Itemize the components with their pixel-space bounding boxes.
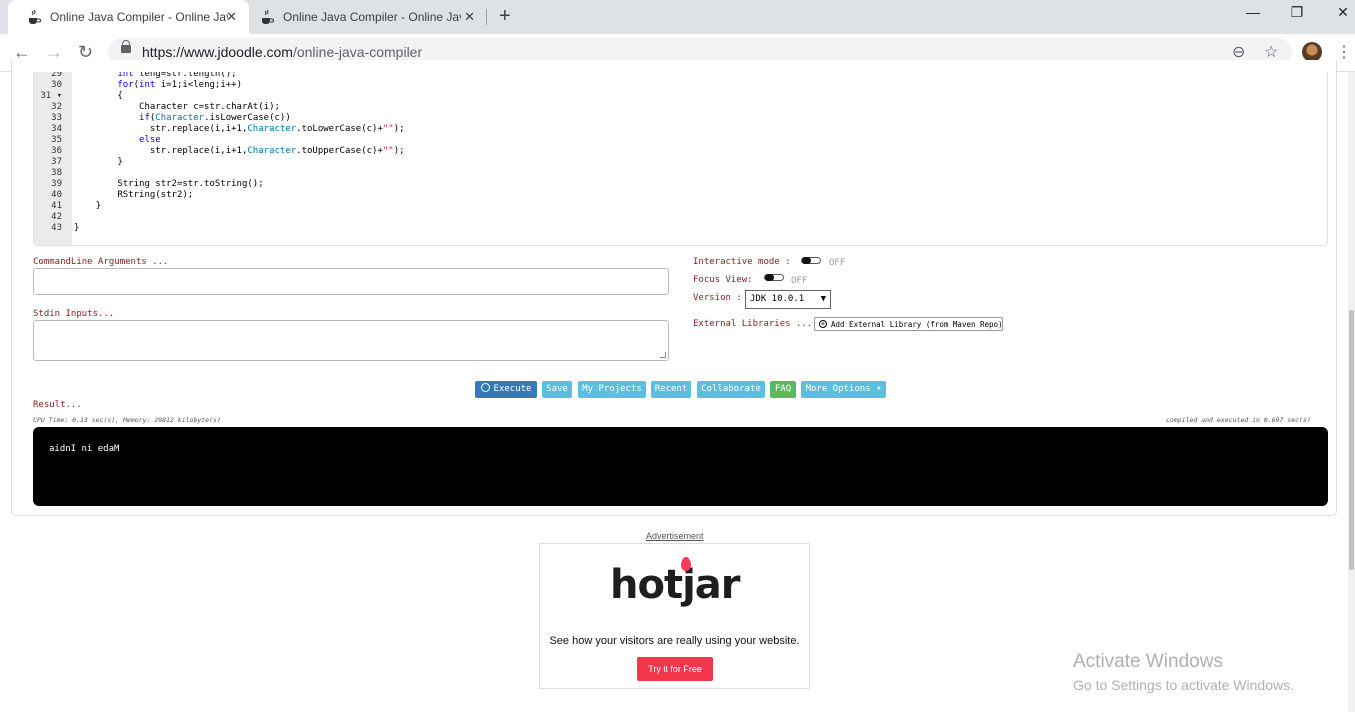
- tab-title: Online Java Compiler - Online Java: [50, 10, 228, 24]
- execute-label: Execute: [493, 384, 532, 394]
- profile-avatar[interactable]: [1302, 42, 1322, 62]
- result-output-text: aidnI ni edaM: [49, 444, 120, 454]
- browser-menu-icon[interactable]: ⋮: [1336, 42, 1352, 62]
- code-text: str.replace(i,i+1,Character.toUpperCase(…: [74, 146, 405, 156]
- recent-button[interactable]: Recent: [651, 381, 691, 398]
- resize-grip-icon[interactable]: [660, 352, 666, 358]
- scrollbar-thumb[interactable]: [1349, 310, 1354, 570]
- code-editor[interactable]: 29 int leng=str.length(); 30 for(int i=1;…: [33, 72, 1328, 246]
- code-text: {: [74, 91, 123, 101]
- try-free-button[interactable]: Try it for Free: [637, 657, 713, 681]
- hotjar-logo: hotjar: [610, 562, 741, 608]
- collaborate-button[interactable]: Collaborate: [697, 381, 765, 398]
- line-number: 43: [51, 223, 62, 233]
- version-value: JDK 10.0.1: [750, 294, 805, 304]
- code-text: Character c=str.charAt(i);: [74, 102, 280, 112]
- line-number: 40: [51, 190, 62, 200]
- line-number: 39: [51, 179, 62, 189]
- interactive-mode-state: OFF: [829, 258, 846, 268]
- code-text: str.replace(i,i+1,Character.toLowerCase(…: [74, 124, 405, 134]
- restore-icon[interactable]: ❐: [1274, 4, 1320, 21]
- focus-view-toggle[interactable]: [764, 274, 784, 281]
- my-projects-button[interactable]: My Projects: [578, 381, 646, 398]
- line-number: 36: [51, 146, 62, 156]
- line-number: 42: [51, 212, 62, 222]
- add-external-library-label: Add External Library (from Maven Repo): [831, 320, 1003, 329]
- java-cup-icon: [26, 9, 42, 25]
- window-close-icon[interactable]: ✕: [1320, 4, 1355, 21]
- execute-button[interactable]: Execute: [475, 381, 537, 398]
- interactive-mode-toggle[interactable]: [801, 257, 821, 264]
- zoom-icon[interactable]: ⊖: [1232, 42, 1245, 62]
- tab-separator: [486, 9, 487, 25]
- line-number: 32: [51, 102, 62, 112]
- tab-online-java-compiler[interactable]: Online Java Compiler - Online Java ✕: [249, 0, 487, 34]
- code-text: }: [74, 201, 102, 211]
- result-output-panel: aidnI ni edaM: [33, 427, 1328, 506]
- stdin-label: Stdin Inputs...: [33, 309, 115, 319]
- tab-close-icon[interactable]: ✕: [464, 9, 475, 25]
- flame-icon: [681, 557, 691, 571]
- minimize-icon[interactable]: —: [1230, 4, 1276, 20]
- java-cup-icon: [259, 9, 275, 25]
- cmdline-label: CommandLine Arguments ...: [33, 257, 169, 267]
- tab-close-icon[interactable]: ✕: [226, 9, 237, 25]
- line-number: 37: [51, 157, 62, 167]
- focus-view-label: Focus View:: [693, 275, 753, 285]
- line-number: 35: [51, 135, 62, 145]
- ad-text: See how your visitors are really using y…: [549, 635, 800, 647]
- tab-bar: Online Java Compiler - Online Java ✕ Onl…: [0, 0, 1355, 34]
- code-text: }: [74, 157, 123, 167]
- activate-windows-title: Activate Windows: [1073, 651, 1223, 672]
- tab-title: Online Java Compiler - Online Java: [283, 10, 461, 24]
- hotjar-ad[interactable]: hotjar See how your visitors are really …: [539, 543, 810, 689]
- code-text: RString(str2);: [74, 190, 194, 200]
- cmdline-input[interactable]: [33, 268, 669, 295]
- faq-button[interactable]: FAQ: [770, 381, 796, 398]
- more-options-button[interactable]: More Options ▾: [801, 381, 886, 398]
- add-external-library-button[interactable]: + Add External Library (from Maven Repo): [814, 317, 1003, 331]
- bookmark-star-icon[interactable]: ☆: [1264, 42, 1278, 62]
- plus-circle-icon: +: [819, 320, 827, 328]
- execution-time: compiled and executed in 0.697 sec(s): [1166, 416, 1311, 424]
- advertisement-label[interactable]: Advertisement: [646, 531, 704, 541]
- code-text: else: [139, 135, 161, 145]
- save-button[interactable]: Save: [542, 381, 572, 398]
- url-text[interactable]: https://www.jdoodle.com/online-java-comp…: [142, 44, 422, 60]
- interactive-mode-label: Interactive mode :: [693, 257, 791, 267]
- new-tab-icon[interactable]: +: [499, 5, 511, 28]
- tab-online-java-compiler-active[interactable]: Online Java Compiler - Online Java ✕: [8, 0, 249, 34]
- code-text: String str2=str.toString();: [74, 179, 264, 189]
- line-number: 41: [51, 201, 62, 211]
- stdin-input[interactable]: [33, 320, 669, 361]
- version-select[interactable]: JDK 10.0.1 ▼: [745, 290, 831, 309]
- dropdown-arrow-icon: ▼: [820, 294, 826, 304]
- lock-icon[interactable]: [121, 40, 131, 53]
- code-text: if(Character.isLowerCase(c)): [139, 113, 291, 123]
- code-text: for(int i=1;i<leng;i++): [117, 80, 243, 90]
- line-number: 29: [51, 72, 62, 79]
- url-host: https://www.jdoodle.com: [142, 44, 293, 60]
- code-text: int leng=str.length();: [117, 72, 237, 79]
- line-number: 30: [51, 80, 62, 90]
- play-circle-icon: [480, 383, 490, 392]
- version-label: Version :: [693, 293, 742, 303]
- line-number: 31 ▾: [40, 91, 62, 101]
- line-number: 34: [51, 124, 62, 134]
- url-path: /online-java-compiler: [292, 44, 423, 60]
- result-label: Result...: [33, 400, 82, 410]
- cpu-memory-stats: CPU Time: 0.13 sec(s), Memory: 29812 kil…: [33, 416, 221, 424]
- code-text: }: [74, 223, 80, 233]
- activate-windows-subtitle: Go to Settings to activate Windows.: [1073, 677, 1294, 693]
- line-number: 33: [51, 113, 62, 123]
- focus-view-state: OFF: [791, 276, 808, 286]
- external-libraries-label: External Libraries ...: [693, 319, 813, 329]
- line-number: 38: [51, 168, 62, 178]
